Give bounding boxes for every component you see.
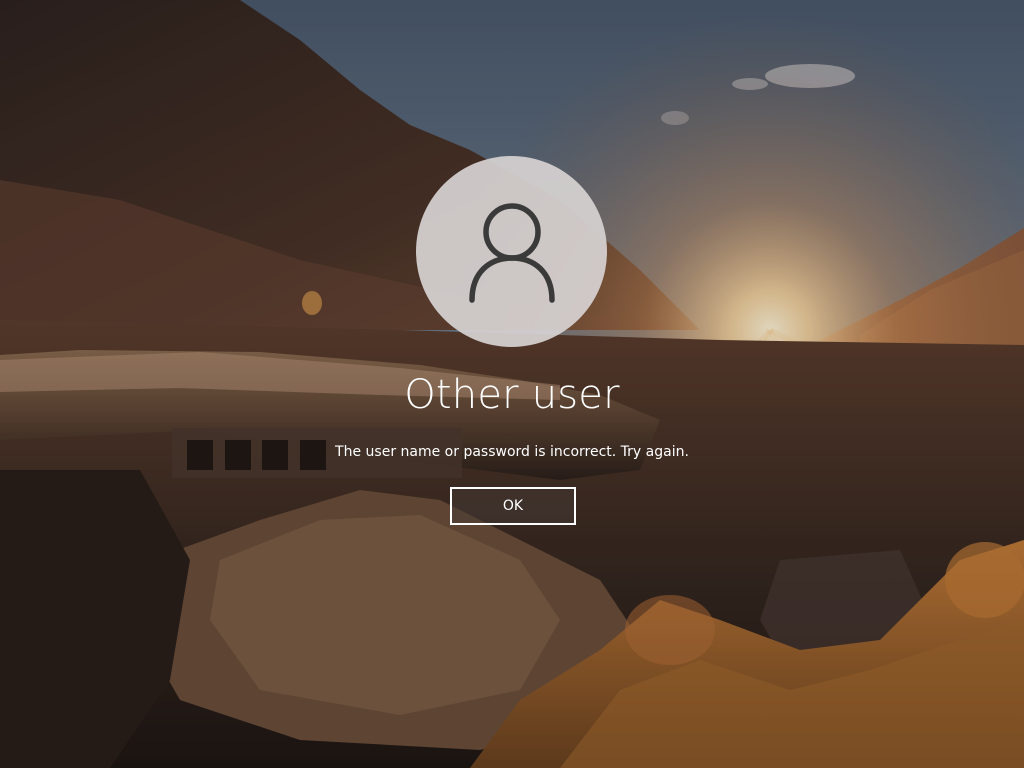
user-icon (468, 202, 555, 303)
lock-screen: Other user The user name or password is … (0, 0, 1024, 768)
ok-button[interactable]: OK (450, 487, 576, 525)
error-message: The user name or password is incorrect. … (335, 444, 689, 460)
user-avatar (416, 156, 607, 347)
username-label: Other user (404, 372, 620, 418)
